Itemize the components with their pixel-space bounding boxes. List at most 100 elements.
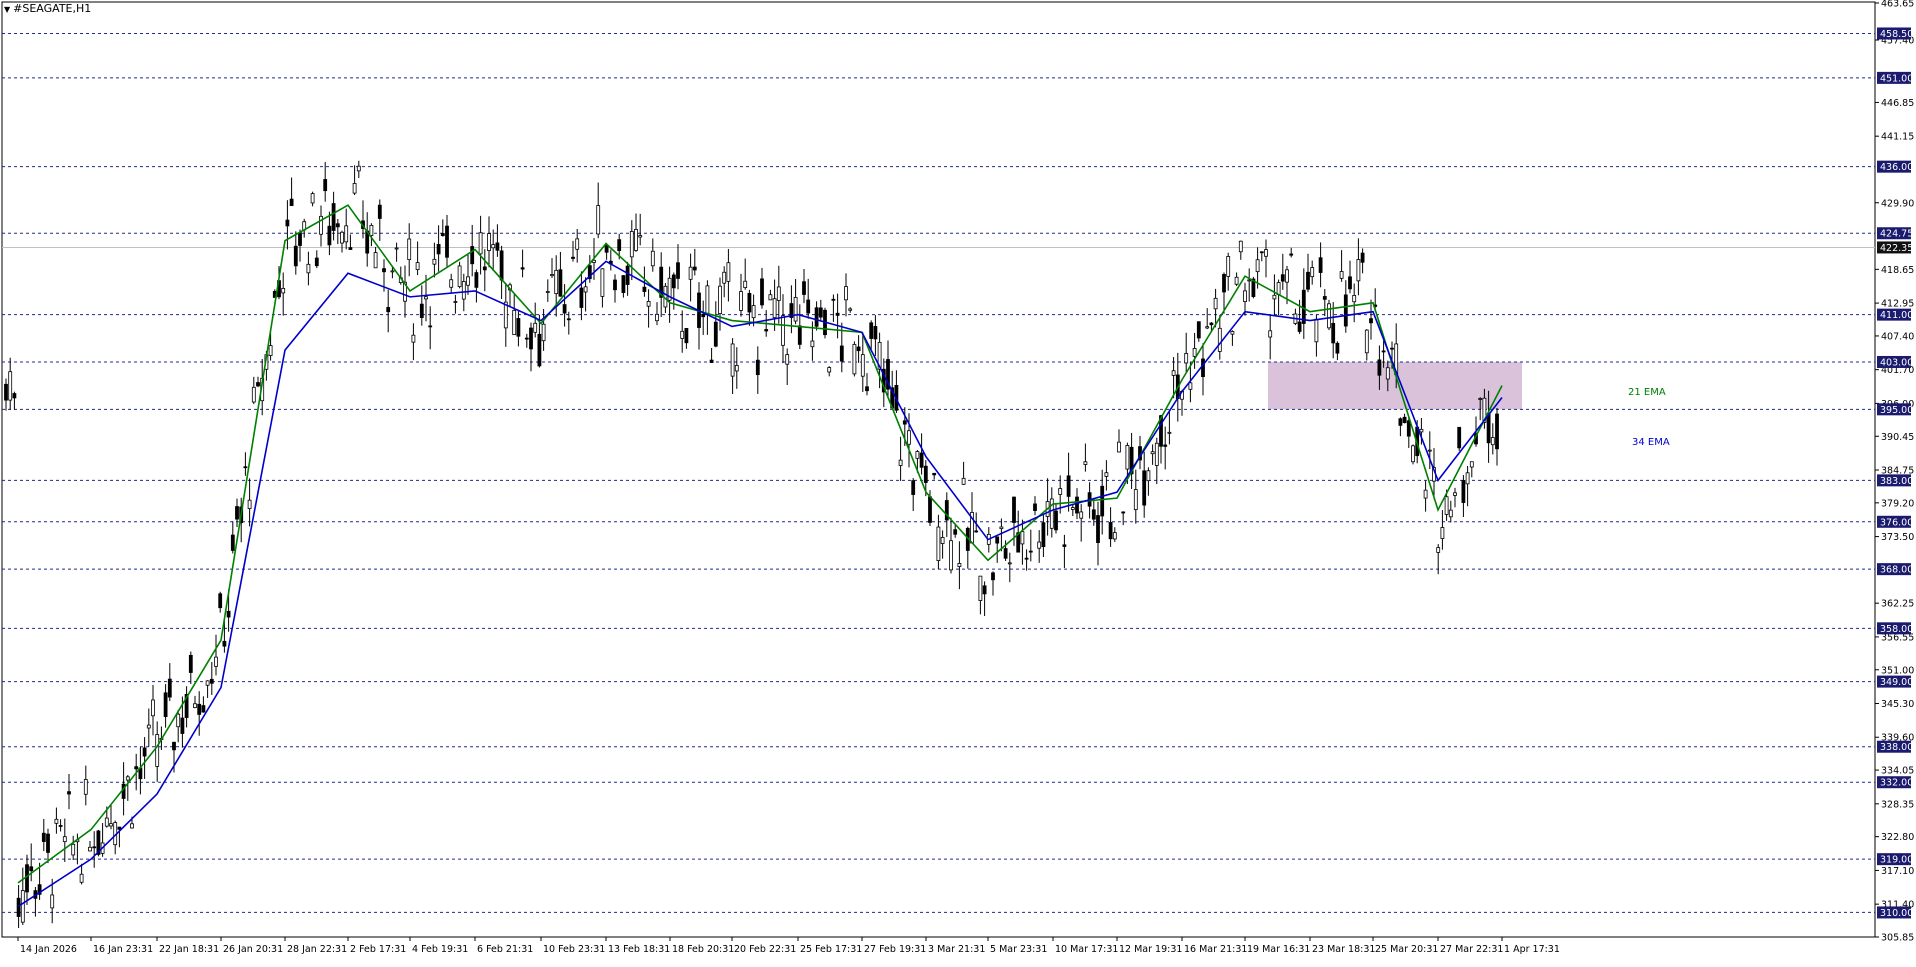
candle-body xyxy=(524,337,529,340)
candle-body xyxy=(4,383,8,401)
y-tick-label: 328.35 xyxy=(1881,799,1914,810)
candle-body xyxy=(445,225,449,258)
candle-body xyxy=(1280,274,1285,282)
candle-body xyxy=(79,873,84,883)
candle-body xyxy=(1075,496,1079,514)
x-tick-label: 2 Feb 17:31 xyxy=(350,944,406,955)
candle-body xyxy=(1486,413,1491,444)
candle-body xyxy=(646,300,651,307)
candle-body xyxy=(12,393,17,399)
candle-body xyxy=(730,343,735,377)
candle-body xyxy=(684,328,689,344)
y-tick-label: 334.05 xyxy=(1881,766,1914,777)
candle-body xyxy=(1238,240,1243,253)
candle-body xyxy=(306,263,311,274)
candle-body xyxy=(188,654,193,673)
candle-body xyxy=(1121,511,1126,514)
candle-body xyxy=(726,262,731,282)
y-tick-label: 390.45 xyxy=(1881,432,1914,443)
candle-body xyxy=(1184,353,1189,364)
candle-body xyxy=(247,499,252,509)
level-badge-label: 358.00 xyxy=(1880,624,1913,635)
candle-body xyxy=(1247,279,1252,282)
candle-body xyxy=(172,741,176,751)
candle-body xyxy=(1356,259,1361,282)
candle-body xyxy=(1083,461,1088,465)
candle-body xyxy=(1201,358,1205,378)
candle-body xyxy=(1427,449,1432,452)
candle-body xyxy=(230,534,235,551)
candle-body xyxy=(533,322,538,333)
candle-body xyxy=(474,272,479,288)
candle-body xyxy=(1217,327,1222,352)
candle-body xyxy=(760,278,764,306)
candle-body xyxy=(617,239,622,252)
plot-frame xyxy=(1,1,1876,938)
candles-group xyxy=(4,160,1499,929)
dropdown-triangle-icon[interactable]: ▼ xyxy=(4,5,10,14)
candle-body xyxy=(1285,269,1289,283)
candle-body xyxy=(999,526,1004,530)
candle-body xyxy=(1243,290,1247,303)
candle-body xyxy=(1091,509,1096,520)
candle-body xyxy=(46,833,50,853)
candle-body xyxy=(1012,496,1016,523)
x-tick-label: 16 Mar 21:31 xyxy=(1184,944,1247,955)
candle-body xyxy=(1209,322,1214,326)
candle-body xyxy=(928,496,932,523)
candle-body xyxy=(596,205,601,235)
candle-body xyxy=(818,307,823,318)
candle-body xyxy=(923,465,928,483)
candle-body xyxy=(1234,276,1239,285)
x-tick-label: 12 Mar 19:31 xyxy=(1119,944,1182,955)
candle-body xyxy=(1402,416,1407,424)
candle-body xyxy=(1171,370,1176,376)
price-chart[interactable]: ▼ #SEAGATE,H1 21 EMA 34 EMA 463.65 457.40 446… xyxy=(0,0,1916,963)
candle-body xyxy=(974,530,979,533)
candle-body xyxy=(466,276,470,286)
candle-body xyxy=(1377,359,1382,376)
candle-body xyxy=(705,285,710,314)
candle-body xyxy=(1314,318,1319,343)
candle-body xyxy=(1310,267,1315,278)
level-badge-label: 338.00 xyxy=(1880,742,1913,753)
x-tick-label: 14 Jan 2026 xyxy=(20,944,77,955)
candle-body xyxy=(718,285,722,314)
candle-body xyxy=(781,315,785,346)
candle-body xyxy=(1335,342,1340,354)
candle-body xyxy=(1112,532,1117,540)
candle-body xyxy=(268,345,273,356)
candle-body xyxy=(356,165,361,172)
candle-body xyxy=(415,262,420,271)
candle-body xyxy=(940,536,945,544)
candle-body xyxy=(348,247,353,250)
chart-canvas[interactable]: 21 EMA34 EMA463.65457.40446.85441.15429.… xyxy=(0,0,1916,963)
candle-body xyxy=(911,480,916,495)
candle-body xyxy=(298,232,302,246)
candle-body xyxy=(1003,548,1008,559)
candle-body xyxy=(432,258,437,265)
x-tick-label: 26 Jan 20:31 xyxy=(223,944,283,955)
level-badge-label: 332.00 xyxy=(1880,778,1913,789)
ema21-label: 21 EMA xyxy=(1628,387,1666,398)
candle-body xyxy=(293,245,298,267)
x-tick-label: 19 Mar 16:31 xyxy=(1247,944,1310,955)
candle-body xyxy=(915,451,920,459)
candle-body xyxy=(1058,488,1063,495)
candle-body xyxy=(1125,445,1130,470)
candle-body xyxy=(243,466,248,469)
y-tick-label: 373.50 xyxy=(1881,532,1914,543)
candle-body xyxy=(323,179,328,192)
candle-body xyxy=(394,247,399,250)
candle-body xyxy=(638,235,643,238)
candle-body xyxy=(499,250,504,281)
candle-body xyxy=(1436,547,1441,553)
candle-body xyxy=(470,246,475,265)
symbol-title: ▼ #SEAGATE,H1 xyxy=(4,2,91,15)
candle-body xyxy=(692,266,697,271)
x-tick-label: 4 Feb 19:31 xyxy=(412,944,468,955)
candle-body xyxy=(995,536,1000,544)
candle-body xyxy=(1419,428,1424,433)
candle-body xyxy=(487,233,491,251)
candle-body xyxy=(529,327,533,350)
